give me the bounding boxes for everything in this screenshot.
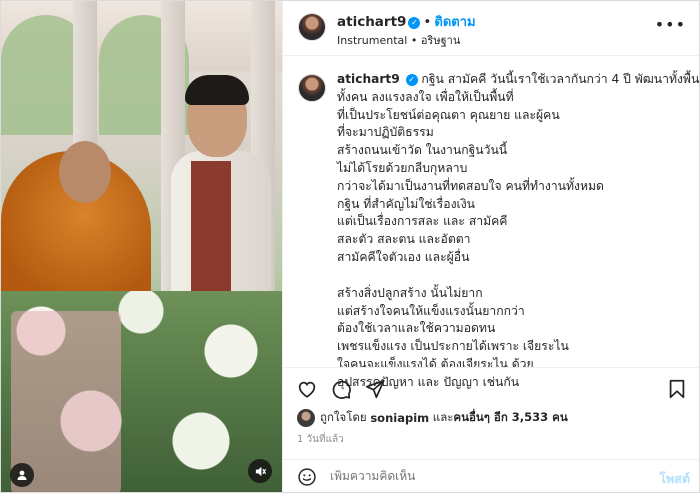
caption-text: atichart9 ✓ กฐิน สามัคคี วันนี้เราใช้เวล… (337, 71, 699, 392)
caption-line: สามัคคีใจตัวเอง และผู้อื่น (337, 249, 470, 264)
likes-conjunction: และ (432, 410, 454, 424)
caption-line: ต้องใช้เวลาและใช้ความอดทน (337, 321, 496, 336)
caption-line: สร้างสิ่งปลูกสร้าง นั้นไม่ยาก (337, 285, 483, 300)
action-bar (283, 367, 699, 407)
paper-plane-icon[interactable] (364, 378, 386, 400)
caption-line: ไม่ได้โรยด้วยกลีบกุหลาบ (337, 160, 468, 175)
follow-button[interactable]: ติดตาม (434, 15, 475, 30)
comment-bar: โพสต์ (283, 459, 699, 492)
comment-input[interactable] (330, 469, 630, 483)
post-caption: atichart9 ✓ กฐิน สามัคคี วันนี้เราใช้เวล… (283, 57, 699, 389)
verified-badge-icon: ✓ (408, 17, 421, 29)
caption-line: ที่เป็นประโยชน์ต่อคุณตา คุณยาย และผู้คน (337, 107, 560, 122)
speaker-muted-icon[interactable] (248, 459, 272, 483)
post-comment-button[interactable]: โพสต์ (659, 469, 690, 489)
caption-line: ที่จะมาปฏิบัติธรรม (337, 125, 434, 140)
separator-dot: • (410, 34, 418, 47)
bookmark-icon[interactable] (666, 378, 688, 400)
username-link[interactable]: atichart9 (337, 14, 406, 30)
avatar[interactable] (298, 74, 326, 102)
caption-line: กฐิน สามัคคี วันนี้เราใช้เวลากันกว่า 4 ป… (421, 72, 700, 86)
caption-line: สร้างถนนเข้าวัด ในงานกฐินวันนี้ (337, 143, 508, 158)
verified-badge-icon: ✓ (405, 74, 418, 86)
caption-line: สละตัว สละตน และอัตตา (337, 232, 471, 247)
comment-icon[interactable] (330, 378, 352, 400)
liker-username-link[interactable]: soniapim (370, 411, 429, 425)
caption-line: แต่เป็นเรื่องการสละ และ สามัคคี (337, 214, 508, 229)
more-options-icon[interactable]: ••• (655, 15, 686, 34)
caption-line: แต่สร้างใจคนให้แข็งแรงนั้นยากกว่า (337, 303, 525, 318)
caption-line: เพชรแข็งแรง เป็นประกายได้เพราะ เจียระไน (337, 339, 569, 354)
post-timestamp[interactable]: 1 วันที่แล้ว (297, 432, 344, 447)
caption-username[interactable]: atichart9 (337, 72, 400, 86)
likes-prefix: ถูกใจโดย (320, 410, 367, 424)
caption-line: ทั้งคน ลงแรงลงใจ เพื่อให้เป็นพื้นที่ (337, 89, 514, 104)
smiley-icon[interactable] (297, 467, 317, 487)
post-header: atichart9 ✓ • ติดตาม Instrumental • อริษฐาน… (283, 1, 699, 56)
heart-icon[interactable] (296, 378, 318, 400)
avatar[interactable] (298, 13, 326, 41)
likes-count-link[interactable]: คนอื่นๆ อีก 3,533 คน (453, 409, 567, 427)
audio-link[interactable]: Instrumental (337, 34, 407, 47)
post-media[interactable] (1, 1, 282, 492)
location-link[interactable]: อริษฐาน (421, 34, 461, 47)
caption-line: กว่าจะได้มาเป็นงานที่ทดสอบใจ คนที่ทำงานท… (337, 178, 604, 193)
user-tag-icon[interactable] (10, 463, 34, 487)
instagram-post: atichart9 ✓ • ติดตาม Instrumental • อริษฐาน… (0, 0, 700, 493)
separator-dot: • (423, 14, 432, 30)
avatar (297, 409, 315, 427)
caption-line: กฐิน ที่สำคัญไม่ใช่เรื่องเงิน (337, 196, 475, 211)
post-sidebar: atichart9 ✓ • ติดตาม Instrumental • อริษฐาน… (282, 1, 699, 492)
likes-summary: ถูกใจโดย soniapim และ คนอื่นๆ อีก 3,533 ค… (297, 409, 568, 427)
